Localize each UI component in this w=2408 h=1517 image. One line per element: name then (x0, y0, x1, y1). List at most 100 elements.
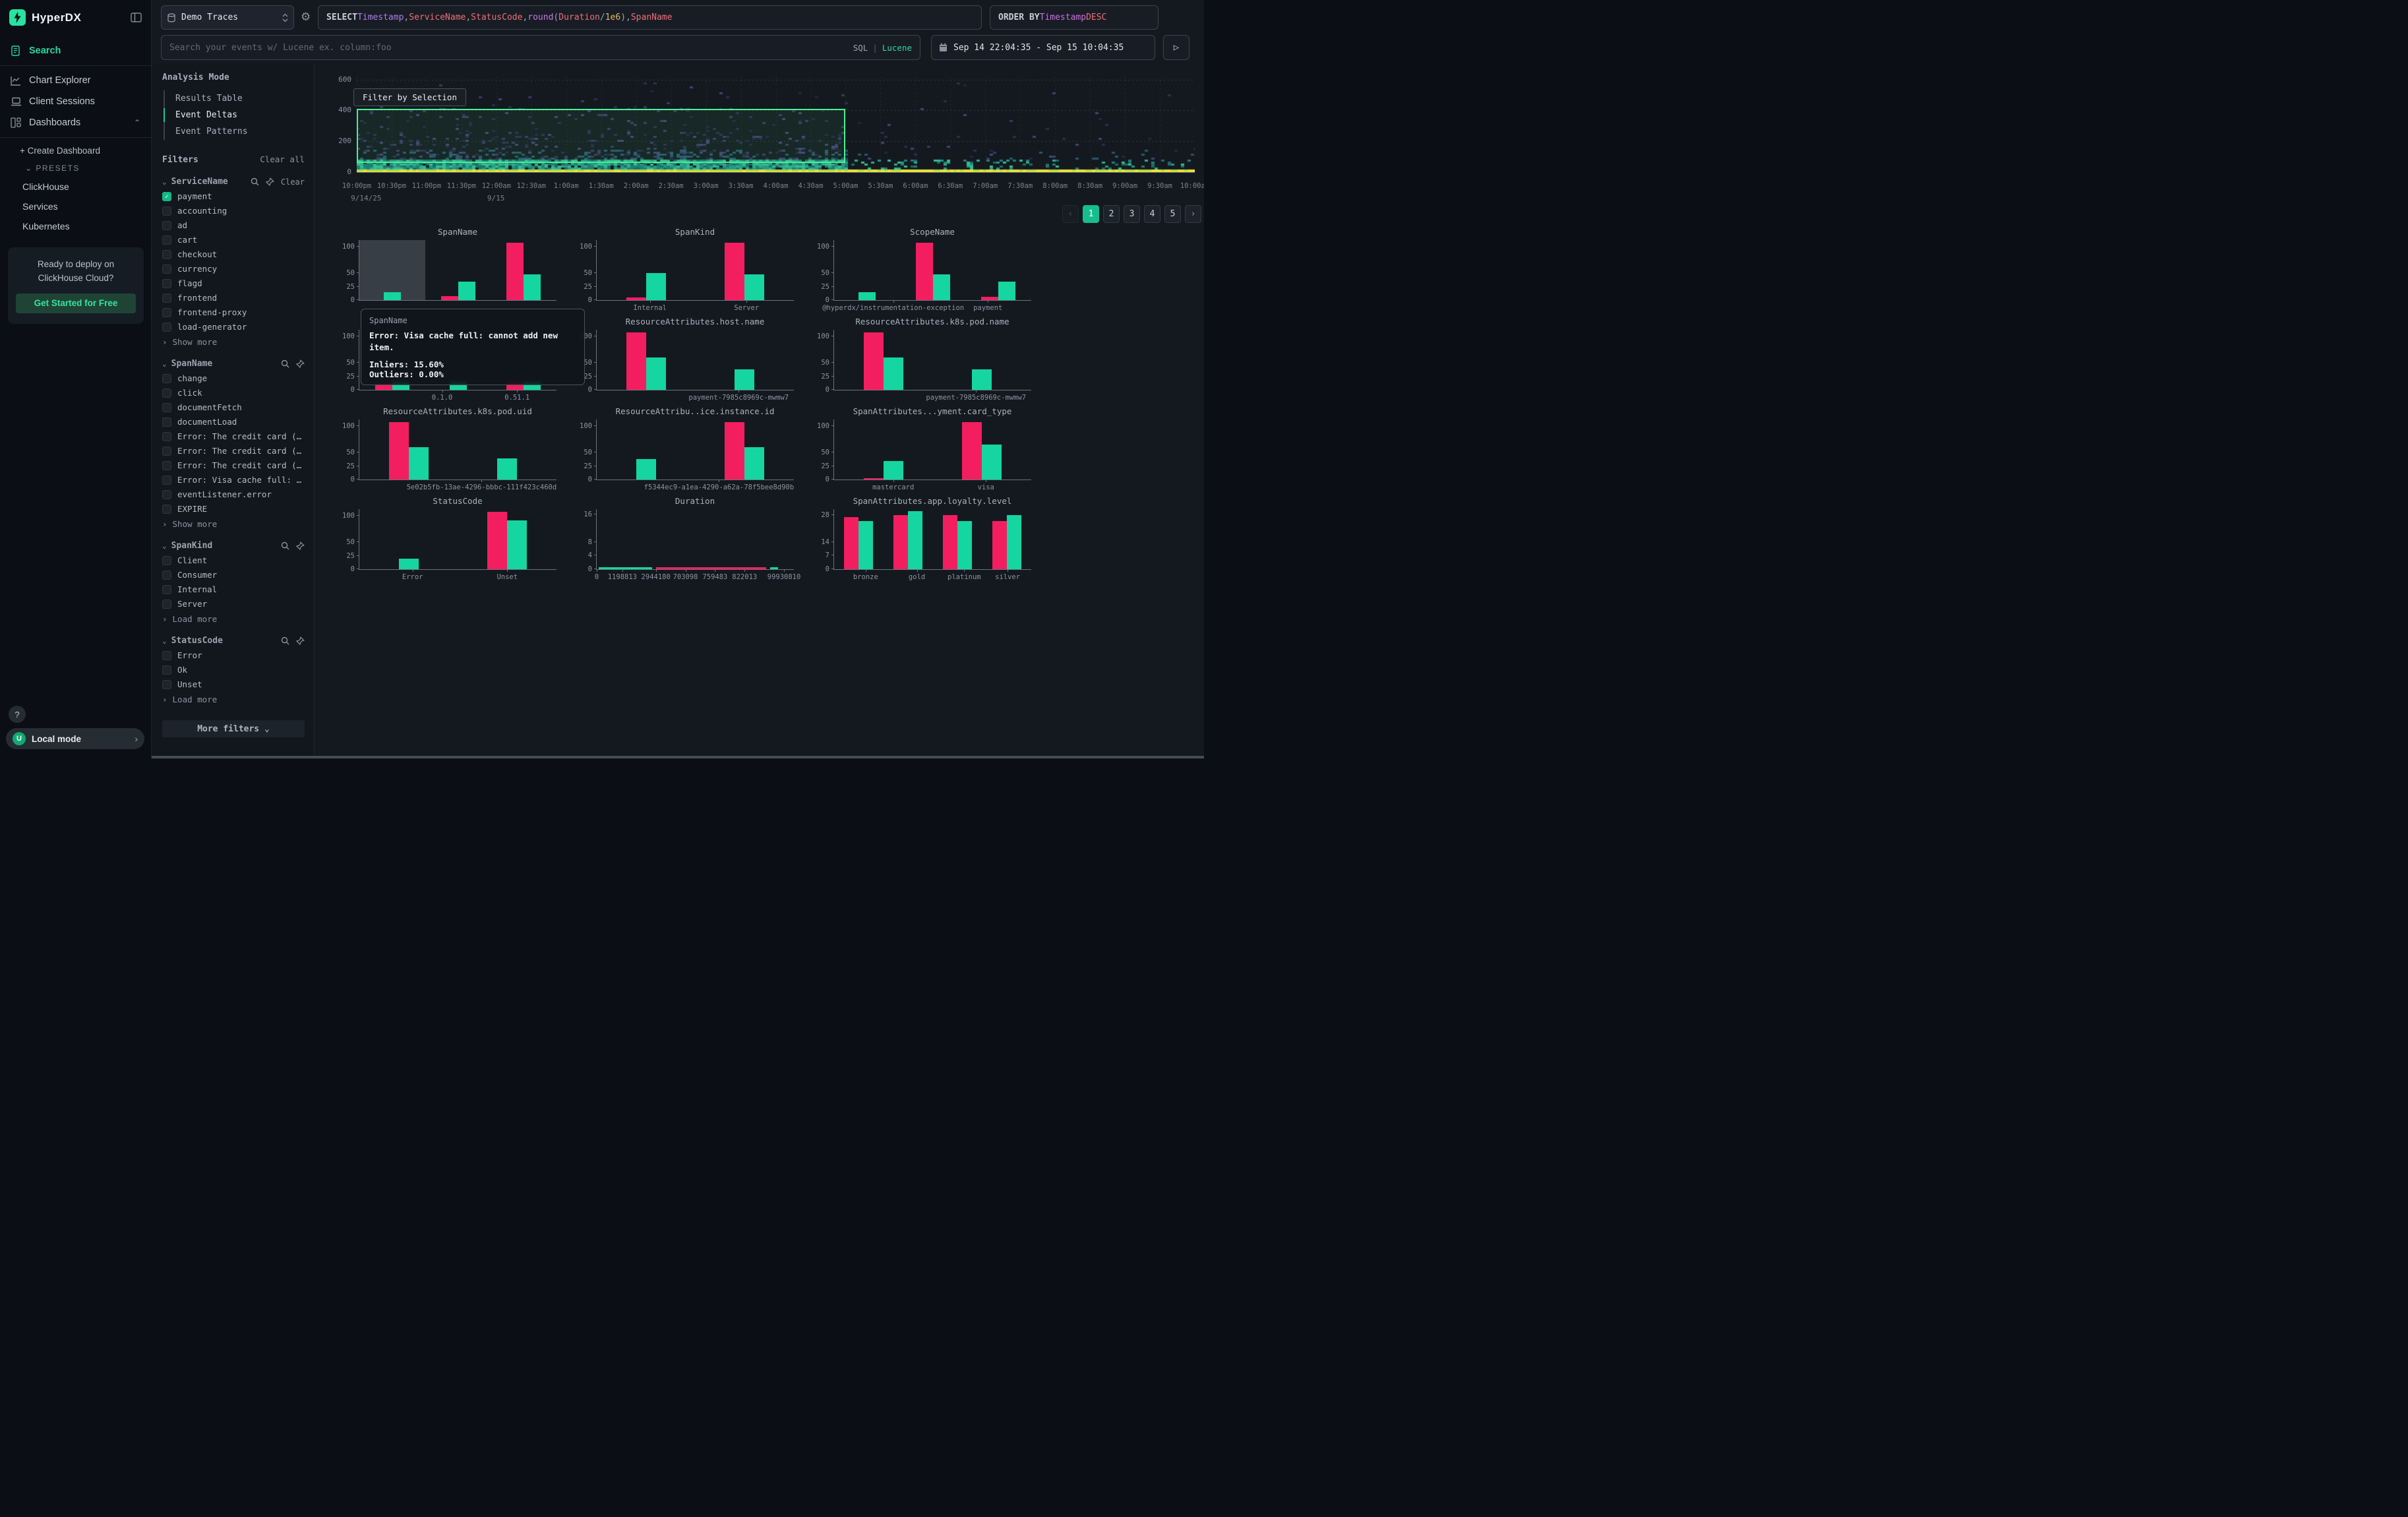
mini-chart-plot[interactable]: 02550100@hyperdx/instrumentation-excepti… (833, 240, 1031, 301)
checkbox-checked[interactable]: ✓ (162, 192, 171, 201)
sidebar-item-chart-explorer[interactable]: Chart Explorer (0, 70, 151, 91)
checkbox-unchecked[interactable] (162, 418, 171, 427)
pin-icon[interactable] (296, 359, 305, 368)
chevron-down-icon[interactable]: ⌄ (162, 542, 167, 550)
checkbox-unchecked[interactable] (162, 585, 171, 594)
sidebar-item-search[interactable]: Search (0, 40, 151, 61)
sidebar-item-kubernetes[interactable]: Kubernetes (0, 216, 151, 236)
checkbox-unchecked[interactable] (162, 490, 171, 499)
filter-option-error[interactable]: Error (162, 650, 305, 660)
checkbox-unchecked[interactable] (162, 206, 171, 216)
load-more-link[interactable]: ›Load more (162, 695, 305, 704)
checkbox-unchecked[interactable] (162, 680, 171, 689)
checkbox-unchecked[interactable] (162, 294, 171, 303)
filter-option-click[interactable]: click (162, 388, 305, 398)
analysis-mode-results-table[interactable]: Results Table (165, 90, 305, 107)
pin-icon[interactable] (296, 542, 305, 550)
checkbox-unchecked[interactable] (162, 600, 171, 609)
pagination-page-5[interactable]: 5 (1164, 205, 1181, 223)
show-more-link[interactable]: ›Show more (162, 337, 305, 347)
checkbox-unchecked[interactable] (162, 666, 171, 675)
filter-option-error-visa-cache-full-[interactable]: Error: Visa cache full: … (162, 475, 305, 485)
filter-option-checkout[interactable]: checkout (162, 249, 305, 259)
pagination-page-1[interactable]: 1 (1083, 205, 1099, 223)
sql-orderby-input[interactable]: ORDER BY Timestamp DESC (990, 5, 1159, 30)
checkbox-unchecked[interactable] (162, 476, 171, 485)
checkbox-unchecked[interactable] (162, 264, 171, 274)
mini-chart-plot[interactable]: 071428bronzegoldplatinumsilver (833, 509, 1031, 570)
filter-option-error-the-credit-card-[interactable]: Error: The credit card (… (162, 460, 305, 470)
gear-icon[interactable]: ⚙ (301, 11, 311, 24)
checkbox-unchecked[interactable] (162, 432, 171, 441)
sidebar-item-services[interactable]: Services (0, 197, 151, 216)
sql-select-input[interactable]: SELECT Timestamp, ServiceName, StatusCod… (318, 5, 982, 30)
checkbox-unchecked[interactable] (162, 403, 171, 412)
checkbox-unchecked[interactable] (162, 250, 171, 259)
analysis-mode-event-deltas[interactable]: Event Deltas (165, 107, 305, 123)
pagination-page-3[interactable]: 3 (1124, 205, 1140, 223)
heatmap-selection-box[interactable] (357, 109, 845, 163)
filter-option-frontend-proxy[interactable]: frontend-proxy (162, 307, 305, 317)
checkbox-unchecked[interactable] (162, 235, 171, 245)
mode-lucene[interactable]: Lucene (882, 43, 912, 53)
mini-chart-plot[interactable]: 02550100 (359, 240, 557, 301)
filter-option-load-generator[interactable]: load-generator (162, 322, 305, 332)
filter-option-internal[interactable]: Internal (162, 584, 305, 594)
search-icon[interactable] (281, 359, 289, 368)
checkbox-unchecked[interactable] (162, 323, 171, 332)
checkbox-unchecked[interactable] (162, 447, 171, 456)
filter-option-accounting[interactable]: accounting (162, 206, 305, 216)
checkbox-unchecked[interactable] (162, 279, 171, 288)
pagination-next[interactable]: › (1185, 205, 1201, 223)
search-icon[interactable] (281, 542, 289, 550)
load-more-link[interactable]: ›Load more (162, 614, 305, 624)
filter-option-ad[interactable]: ad (162, 220, 305, 230)
clear-all-filters[interactable]: Clear all (260, 154, 305, 164)
filter-option-error-the-credit-card-[interactable]: Error: The credit card (… (162, 446, 305, 456)
checkbox-unchecked[interactable] (162, 388, 171, 398)
horizontal-scrollbar[interactable] (152, 756, 1204, 758)
checkbox-unchecked[interactable] (162, 374, 171, 383)
chevron-down-icon[interactable]: ⌄ (162, 359, 167, 368)
sidebar-item-clickhouse[interactable]: ClickHouse (0, 177, 151, 197)
filter-option-consumer[interactable]: Consumer (162, 570, 305, 580)
filter-option-server[interactable]: Server (162, 599, 305, 609)
mini-chart-plot[interactable]: 02550100ErrorUnset (359, 509, 557, 570)
run-query-button[interactable]: ▷ (1163, 35, 1189, 60)
filter-option-error-the-credit-card-[interactable]: Error: The credit card (… (162, 431, 305, 441)
checkbox-unchecked[interactable] (162, 221, 171, 230)
checkbox-unchecked[interactable] (162, 651, 171, 660)
filter-option-client[interactable]: Client (162, 555, 305, 565)
filter-option-frontend[interactable]: frontend (162, 293, 305, 303)
filter-option-ok[interactable]: Ok (162, 665, 305, 675)
show-more-link[interactable]: ›Show more (162, 519, 305, 529)
pagination-prev[interactable]: ‹ (1062, 205, 1079, 223)
help-button[interactable]: ? (9, 706, 26, 723)
sidebar-item-create-dashboard[interactable]: + Create Dashboard (0, 142, 151, 160)
get-started-button[interactable]: Get Started for Free (16, 294, 136, 313)
user-menu[interactable]: U Local mode › (6, 728, 144, 749)
filter-option-expire[interactable]: EXPIRE (162, 504, 305, 514)
date-range-picker[interactable]: Sep 14 22:04:35 - Sep 15 10:04:35 (931, 35, 1155, 60)
filter-option-change[interactable]: change (162, 373, 305, 383)
chevron-down-icon[interactable]: ⌄ (162, 177, 167, 186)
filter-by-selection-button[interactable]: Filter by Selection (353, 88, 466, 106)
mini-chart-plot[interactable]: 02550100f5344ec9-a1ea-4290-a62a-78f5bee8… (596, 419, 794, 480)
search-icon[interactable] (251, 177, 259, 186)
filter-option-flagd[interactable]: flagd (162, 278, 305, 288)
pagination-page-2[interactable]: 2 (1103, 205, 1120, 223)
filter-option-documentfetch[interactable]: documentFetch (162, 402, 305, 412)
filter-option-cart[interactable]: cart (162, 235, 305, 245)
sidebar-presets-toggle[interactable]: ⌄ PRESETS (0, 160, 151, 177)
mini-chart-plot[interactable]: 02550100mastercardvisa (833, 419, 1031, 480)
filter-option-currency[interactable]: currency (162, 264, 305, 274)
chevron-down-icon[interactable]: ⌄ (162, 636, 167, 645)
checkbox-unchecked[interactable] (162, 308, 171, 317)
mini-chart-plot[interactable]: 025501005e02b5fb-13ae-4296-bbbc-111f423c… (359, 419, 557, 480)
mode-sql[interactable]: SQL (853, 43, 868, 53)
sidebar-item-client-sessions[interactable]: Client Sessions (0, 91, 151, 112)
checkbox-unchecked[interactable] (162, 461, 171, 470)
more-filters-button[interactable]: More filters ⌄ (162, 720, 305, 737)
filter-option-documentload[interactable]: documentLoad (162, 417, 305, 427)
filter-option-unset[interactable]: Unset (162, 679, 305, 689)
